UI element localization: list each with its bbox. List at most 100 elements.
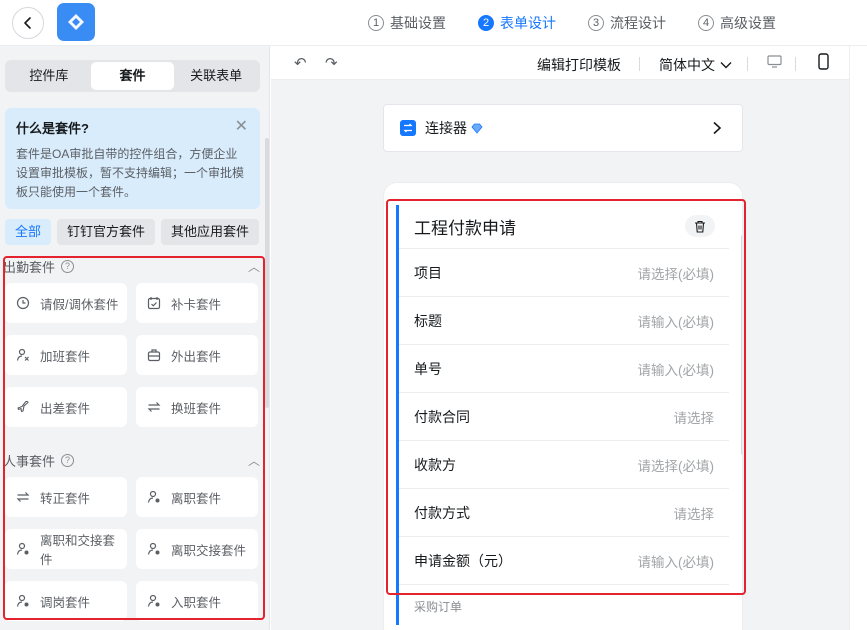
back-button[interactable]: [12, 7, 44, 39]
field-placeholder: 请输入(必填): [637, 314, 715, 330]
desktop-preview-icon[interactable]: [767, 55, 782, 72]
form-row-project[interactable]: 项目 请选择(必填): [399, 249, 729, 297]
top-bar: 1 基础设置 2 表单设计 3 流程设计 4 高级设置: [0, 0, 867, 46]
suite-card[interactable]: 出差套件: [5, 387, 127, 427]
step-number: 3: [588, 15, 604, 31]
suite-label: 入职套件: [171, 595, 222, 610]
premium-diamond-icon: [471, 123, 483, 134]
right-panel-edge: [849, 46, 867, 630]
suite-label: 补卡套件: [171, 297, 222, 312]
suite-card[interactable]: 换班套件: [136, 387, 258, 427]
filter-all[interactable]: 全部: [5, 219, 52, 245]
chevron-down-icon: [720, 62, 732, 69]
connector-bar[interactable]: 连接器: [383, 104, 743, 152]
form-title-text: 工程付款申请: [414, 219, 516, 238]
person-leave-icon: [147, 490, 160, 503]
undo-icon[interactable]: ↶: [294, 54, 307, 72]
suite-label: 出差套件: [40, 401, 91, 416]
field-label: 项目: [414, 264, 442, 281]
field-placeholder: 请选择(必填): [637, 266, 715, 282]
component-tabs: 控件库 套件 关联表单: [5, 60, 260, 92]
overtime-icon: [16, 348, 29, 361]
language-label: 简体中文: [659, 57, 715, 73]
step-form-design[interactable]: 2 表单设计: [478, 13, 556, 33]
suite-card[interactable]: 外出套件: [136, 335, 258, 375]
swap-icon: [147, 402, 161, 412]
chevron-up-icon[interactable]: ︿: [248, 452, 260, 469]
section-header-hr[interactable]: 人事套件 ? ︿: [3, 450, 260, 470]
field-label: 单号: [414, 360, 442, 377]
suite-info-box: 什么是套件? 套件是OA审批自带的控件组合，方便企业设置审批模板，暂不支持编辑；…: [5, 108, 260, 209]
person-leave-icon: [147, 594, 160, 607]
redo-icon[interactable]: ↷: [325, 54, 338, 72]
chevron-up-icon[interactable]: ︿: [248, 258, 260, 275]
step-basic-settings[interactable]: 1 基础设置: [368, 13, 446, 33]
info-title: 什么是套件?: [16, 121, 89, 136]
suite-card[interactable]: 补卡套件: [136, 283, 258, 323]
step-number: 4: [698, 15, 714, 31]
person-leave-icon: [16, 542, 29, 555]
field-label: 付款合同: [414, 408, 470, 425]
app-logo: [57, 3, 95, 41]
tab-linked-forms[interactable]: 关联表单: [174, 62, 258, 90]
tab-suites[interactable]: 套件: [90, 62, 175, 90]
step-label: 流程设计: [610, 15, 666, 31]
form-row-title[interactable]: 标题 请输入(必填): [399, 297, 729, 345]
form-row-payee[interactable]: 收款方 请选择(必填): [399, 441, 729, 489]
chevron-left-icon: [24, 17, 31, 29]
form-scrollbar[interactable]: [741, 235, 742, 455]
section-title: 人事套件: [3, 453, 56, 469]
field-placeholder: 请选择(必填): [637, 458, 715, 474]
connector-label: 连接器: [425, 120, 467, 136]
suite-card[interactable]: 加班套件: [5, 335, 127, 375]
canvas-toolbar: ↶ ↷ 编辑打印模板 简体中文: [271, 46, 849, 80]
form-row-payment-method[interactable]: 付款方式 请选择: [399, 489, 729, 537]
next-field-label: 采购订单: [414, 600, 463, 614]
form-row-number[interactable]: 单号 请输入(必填): [399, 345, 729, 393]
filter-dingtalk-official[interactable]: 钉钉官方套件: [57, 219, 156, 245]
suite-card[interactable]: 调岗套件: [5, 581, 127, 621]
filter-other-apps[interactable]: 其他应用套件: [161, 219, 260, 245]
briefcase-icon: [147, 349, 161, 362]
help-icon[interactable]: ?: [61, 259, 75, 273]
form-row-amount[interactable]: 申请金额（元） 请输入(必填): [399, 537, 729, 585]
toolbar-divider: [747, 57, 748, 71]
clock-icon: [16, 296, 30, 310]
toolbar-divider: [795, 57, 796, 71]
help-icon[interactable]: ?: [61, 453, 75, 467]
mobile-preview-icon[interactable]: [818, 53, 829, 74]
step-flow-design[interactable]: 3 流程设计: [588, 13, 666, 33]
section-header-attendance[interactable]: 出勤套件 ? ︿: [3, 256, 260, 276]
suite-card[interactable]: 离职交接套件: [136, 529, 258, 569]
info-text: 套件是OA审批自带的控件组合，方便企业设置审批模板，暂不支持编辑；一个审批模板只…: [16, 147, 245, 199]
form-row-contract[interactable]: 付款合同 请选择: [399, 393, 729, 441]
field-placeholder: 请输入(必填): [637, 362, 715, 378]
trash-icon: [695, 220, 705, 233]
left-scrollbar[interactable]: [265, 138, 269, 408]
language-select[interactable]: 简体中文: [659, 55, 732, 75]
tab-widget-library[interactable]: 控件库: [7, 62, 91, 90]
person-leave-icon: [147, 542, 160, 555]
suite-label: 离职套件: [171, 491, 222, 506]
chevron-right-icon: [713, 121, 722, 135]
suite-card[interactable]: 请假/调休套件: [5, 283, 127, 323]
mobile-preview-frame: 工程付款申请 项目 请选择(必填) 标题 请输入(必填) 单号 请输入(必填) 付款合…: [383, 182, 743, 630]
calendar-check-icon: [147, 297, 161, 310]
connector-icon: [400, 120, 416, 136]
edit-print-template-button[interactable]: 编辑打印模板: [537, 55, 621, 75]
delete-suite-button[interactable]: [685, 215, 715, 237]
suite-card[interactable]: 转正套件: [5, 477, 127, 517]
suite-label: 请假/调休套件: [40, 297, 119, 312]
person-leave-icon: [16, 594, 29, 607]
suite-card[interactable]: 入职套件: [136, 581, 258, 621]
field-placeholder: 请输入(必填): [637, 554, 715, 570]
suite-card[interactable]: 离职套件: [136, 477, 258, 517]
step-number: 1: [368, 15, 384, 31]
suite-label: 加班套件: [40, 349, 91, 364]
field-placeholder: 请选择: [673, 410, 715, 426]
form-canvas: ↶ ↷ 编辑打印模板 简体中文 连接器 工程付款申请 项目 请选择(必填) 标题…: [271, 46, 849, 630]
suite-card[interactable]: 离职和交接套件: [5, 529, 127, 569]
close-icon[interactable]: ✕: [235, 116, 248, 136]
step-advanced-settings[interactable]: 4 高级设置: [698, 13, 776, 33]
suite-label: 转正套件: [40, 491, 91, 506]
